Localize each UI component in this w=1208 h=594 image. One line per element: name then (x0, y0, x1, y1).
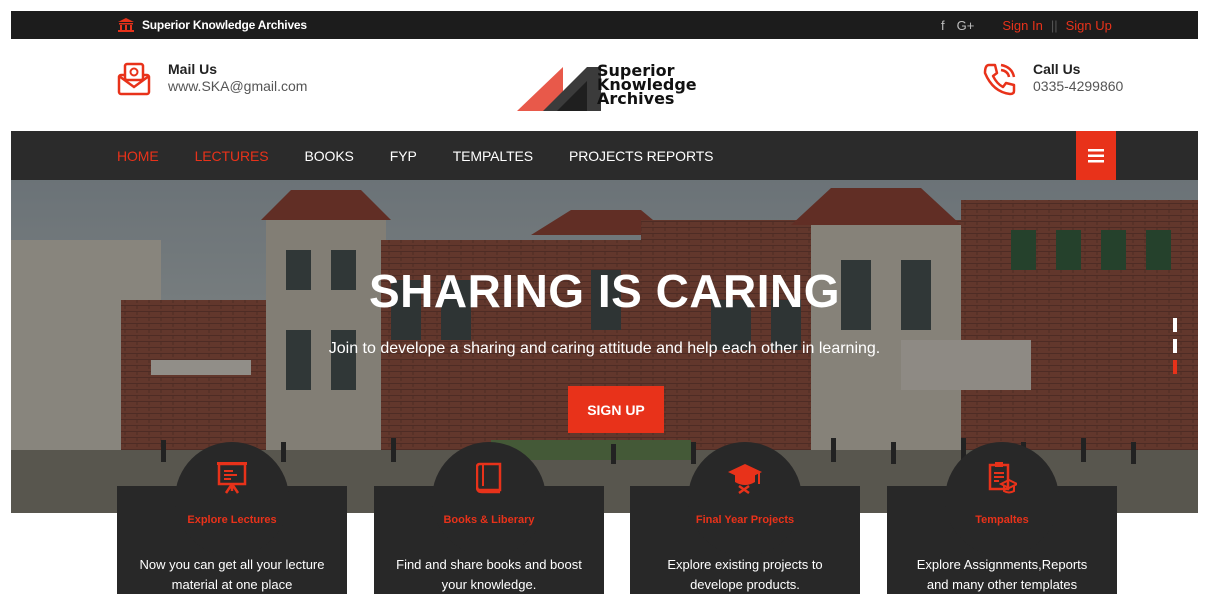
social-links: f G+ (941, 18, 974, 33)
sign-in-link[interactable]: Sign In (1002, 18, 1042, 33)
top-right: f G+ Sign In || Sign Up (941, 11, 1112, 39)
card-title: Books & Liberary (443, 514, 535, 526)
card-description: Explore existing projects to develope pr… (667, 557, 823, 592)
card-icon-bubble (175, 442, 289, 556)
auth-links: Sign In || Sign Up (1002, 18, 1112, 33)
card-description: Now you can get all your lecture materia… (139, 557, 325, 592)
google-plus-icon[interactable]: G+ (957, 18, 975, 33)
slide-indicator-1[interactable] (1173, 318, 1177, 332)
nav-item-lectures[interactable]: LECTURES (195, 148, 269, 164)
nav-list: HOME LECTURES BOOKS FYP TEMPALTES PROJEC… (117, 131, 749, 180)
nav-item-home[interactable]: HOME (117, 148, 159, 164)
card-description: Find and share books and boost your know… (396, 557, 582, 592)
phone-icon (981, 61, 1017, 97)
call-value[interactable]: 0335-4299860 (1033, 77, 1123, 95)
card-icon-wrap (630, 462, 860, 494)
mail-icon (116, 61, 152, 97)
document-template-icon (988, 462, 1017, 494)
logo-line-3: Archives (597, 89, 675, 108)
feature-card-final-year-projects[interactable]: Final Year Projects Explore existing pro… (630, 442, 860, 594)
hero-title: SHARING IS CARING (368, 265, 841, 317)
feature-card-lectures[interactable]: Explore Lectures Now you can get all you… (117, 442, 347, 594)
book-icon (476, 462, 502, 494)
main-nav: HOME LECTURES BOOKS FYP TEMPALTES PROJEC… (11, 131, 1198, 180)
card-icon-bubble (945, 442, 1059, 556)
card-title: Final Year Projects (695, 514, 795, 526)
slider-indicators (1173, 318, 1177, 374)
top-brand: Superior Knowledge Archives (118, 11, 307, 39)
mail-label: Mail Us (168, 61, 218, 77)
facebook-icon[interactable]: f (941, 18, 945, 33)
menu-button[interactable] (1076, 131, 1116, 180)
hero-subtitle: Join to develope a sharing and caring at… (328, 340, 881, 357)
presentation-board-icon (217, 462, 247, 494)
graduation-cap-icon (728, 464, 762, 494)
site-logo[interactable]: Superior Knowledge Archives (517, 59, 697, 111)
mail-contact: Mail Us www.SKA@gmail.com (116, 61, 307, 97)
logo-mark-icon (517, 67, 601, 111)
nav-item-templates[interactable]: TEMPALTES (453, 148, 533, 164)
call-label: Call Us (1033, 61, 1081, 77)
card-icon-wrap (374, 462, 604, 494)
logo-text: Superior Knowledge Archives (597, 63, 697, 108)
hero-sign-up-button[interactable]: SIGN UP (568, 386, 664, 433)
hamburger-icon (1088, 148, 1104, 162)
card-title: Explore Lectures (187, 514, 277, 526)
header: Mail Us www.SKA@gmail.com Superior Knowl… (11, 39, 1198, 131)
card-icon-wrap (887, 462, 1117, 494)
nav-item-projects-reports[interactable]: PROJECTS REPORTS (569, 148, 713, 164)
card-icon-bubble (688, 442, 802, 556)
institution-icon (118, 18, 134, 32)
feature-card-books[interactable]: Books & Liberary Find and share books an… (374, 442, 604, 594)
card-icon-wrap (117, 462, 347, 494)
card-description: Explore Assignments,Reports and many oth… (916, 557, 1088, 592)
top-bar: Superior Knowledge Archives f G+ Sign In… (11, 11, 1198, 39)
slide-indicator-2[interactable] (1173, 339, 1177, 353)
nav-item-books[interactable]: BOOKS (305, 148, 354, 164)
top-site-name: Superior Knowledge Archives (142, 18, 307, 32)
slide-indicator-3[interactable] (1173, 360, 1177, 374)
auth-separator: || (1050, 17, 1058, 33)
nav-item-fyp[interactable]: FYP (390, 148, 417, 164)
feature-card-templates[interactable]: Tempaltes Explore Assignments,Reports an… (887, 442, 1117, 594)
call-contact: Call Us 0335-4299860 (981, 61, 1123, 97)
mail-value[interactable]: www.SKA@gmail.com (168, 77, 307, 95)
card-title: Tempaltes (975, 514, 1029, 526)
card-icon-bubble (432, 442, 546, 556)
sign-up-link[interactable]: Sign Up (1066, 18, 1112, 33)
